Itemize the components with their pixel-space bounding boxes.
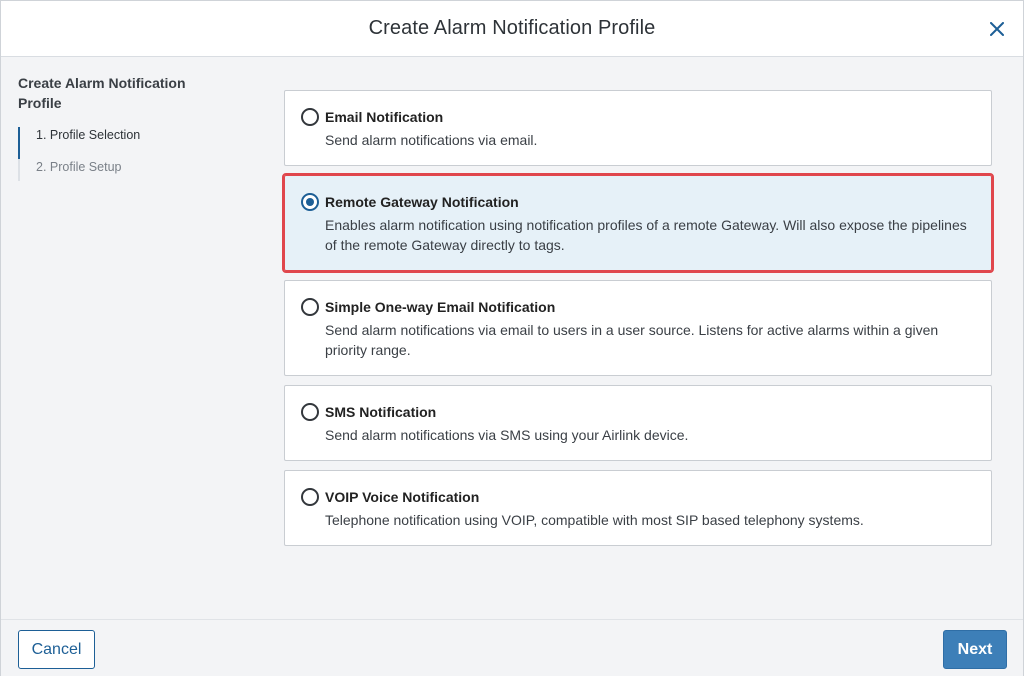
step-label: 2. Profile Setup <box>36 160 122 174</box>
option-sms-notification[interactable]: SMS Notification Send alarm notification… <box>284 385 992 461</box>
option-title: SMS Notification <box>325 404 437 420</box>
step-profile-selection[interactable]: 1. Profile Selection <box>18 127 248 159</box>
option-voip-voice-notification[interactable]: VOIP Voice Notification Telephone notifi… <box>284 470 992 546</box>
option-title: Simple One-way Email Notification <box>325 299 556 315</box>
option-description: Enables alarm notification using notific… <box>325 217 967 253</box>
option-description: Send alarm notifications via email. <box>325 132 538 148</box>
wizard-title: Create Alarm Notification Profile <box>18 75 186 111</box>
option-description: Send alarm notifications via SMS using y… <box>325 427 689 443</box>
wizard-steps: 1. Profile Selection 2. Profile Setup <box>18 127 248 181</box>
next-button[interactable]: Next <box>943 630 1007 669</box>
close-button[interactable] <box>985 17 1009 41</box>
radio-button[interactable] <box>301 298 319 316</box>
step-label: 1. Profile Selection <box>36 128 141 142</box>
option-remote-gateway-notification[interactable]: Remote Gateway Notification Enables alar… <box>282 173 994 273</box>
radio-button[interactable] <box>301 108 319 126</box>
radio-button[interactable] <box>301 193 319 211</box>
create-profile-dialog: Create Alarm Notification Profile Create… <box>0 0 1024 676</box>
wizard-sidebar: Create Alarm Notification Profile 1. Pro… <box>18 73 248 181</box>
option-title: VOIP Voice Notification <box>325 489 480 505</box>
dialog-header: Create Alarm Notification Profile <box>1 1 1023 57</box>
close-icon <box>990 22 1004 36</box>
option-title: Email Notification <box>325 109 444 125</box>
cancel-button[interactable]: Cancel <box>18 630 95 669</box>
option-description: Send alarm notifications via email to us… <box>325 322 939 358</box>
step-profile-setup[interactable]: 2. Profile Setup <box>18 159 248 181</box>
option-email-notification[interactable]: Email Notification Send alarm notificati… <box>284 90 992 166</box>
radio-button[interactable] <box>301 403 319 421</box>
dialog-title: Create Alarm Notification Profile <box>368 17 656 39</box>
profile-type-options: Email Notification Send alarm notificati… <box>282 90 994 555</box>
dialog-footer: Cancel Next <box>1 619 1023 676</box>
option-title: Remote Gateway Notification <box>325 194 519 210</box>
option-description: Telephone notification using VOIP, compa… <box>325 512 864 528</box>
radio-button[interactable] <box>301 488 319 506</box>
option-simple-one-way-email-notification[interactable]: Simple One-way Email Notification Send a… <box>284 280 992 376</box>
